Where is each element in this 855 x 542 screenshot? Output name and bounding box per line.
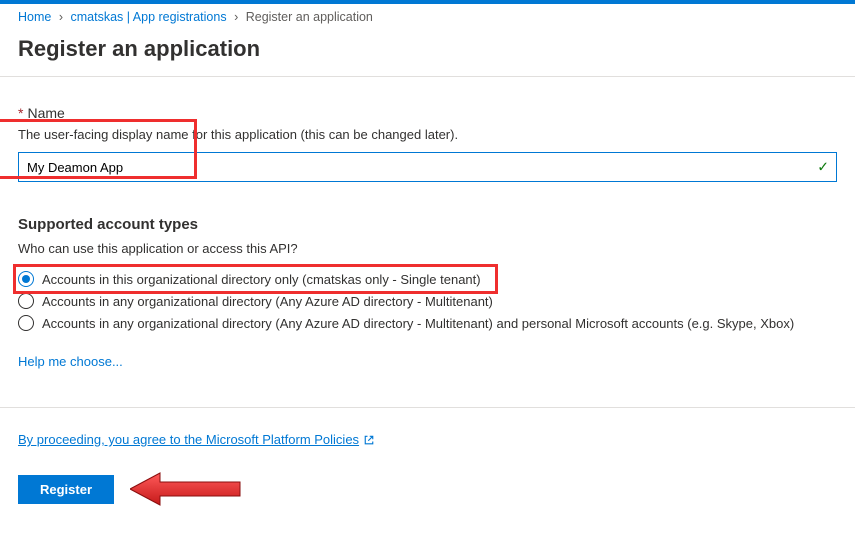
radio-label: Accounts in any organizational directory… bbox=[42, 294, 493, 309]
breadcrumb: Home › cmatskas | App registrations › Re… bbox=[0, 4, 855, 28]
account-types-heading: Supported account types bbox=[18, 216, 837, 233]
radio-multitenant-personal[interactable]: Accounts in any organizational directory… bbox=[18, 312, 837, 334]
radio-label: Accounts in this organizational director… bbox=[42, 272, 481, 287]
help-me-choose-link[interactable]: Help me choose... bbox=[18, 354, 123, 369]
chevron-right-icon: › bbox=[230, 10, 242, 24]
radio-icon bbox=[18, 293, 34, 309]
radio-multitenant[interactable]: Accounts in any organizational directory… bbox=[18, 290, 837, 312]
breadcrumb-current: Register an application bbox=[246, 10, 373, 24]
radio-icon bbox=[18, 315, 34, 331]
app-name-input[interactable] bbox=[18, 152, 837, 182]
radio-single-tenant[interactable]: Accounts in this organizational director… bbox=[18, 268, 837, 290]
external-link-icon bbox=[363, 434, 375, 446]
annotation-arrow bbox=[130, 469, 250, 509]
account-types-help: Who can use this application or access t… bbox=[18, 241, 837, 256]
platform-policies-link[interactable]: By proceeding, you agree to the Microsof… bbox=[18, 432, 375, 447]
required-asterisk: * bbox=[18, 105, 23, 121]
name-help-text: The user-facing display name for this ap… bbox=[18, 127, 837, 142]
breadcrumb-home[interactable]: Home bbox=[18, 10, 51, 24]
breadcrumb-app-registrations[interactable]: cmatskas | App registrations bbox=[70, 10, 226, 24]
register-button[interactable]: Register bbox=[18, 475, 114, 504]
radio-label: Accounts in any organizational directory… bbox=[42, 316, 794, 331]
radio-icon bbox=[18, 271, 34, 287]
chevron-right-icon: › bbox=[55, 10, 67, 24]
page-title: Register an application bbox=[0, 28, 855, 76]
name-label: *Name bbox=[18, 105, 837, 121]
checkmark-icon: ✓ bbox=[817, 159, 829, 176]
